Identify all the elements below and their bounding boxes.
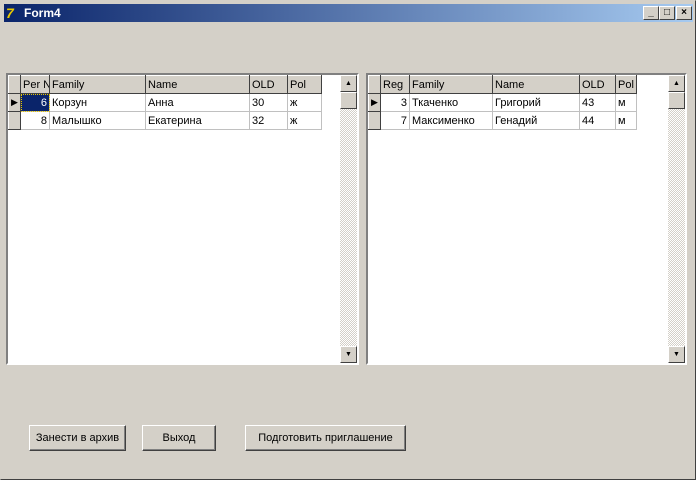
cell[interactable]: Максименко (409, 111, 493, 130)
close-button[interactable]: × (676, 6, 692, 20)
table-row[interactable]: ▶ 6 Корзун Анна 30 ж (8, 93, 322, 112)
left-data-grid[interactable]: Per N Family Name OLD Pol ▶ 6 Корзун Анн… (6, 73, 359, 365)
row-indicator-arrow-icon: ▶ (368, 93, 381, 112)
cell[interactable]: 32 (249, 111, 288, 130)
cell[interactable]: 7 (380, 111, 410, 130)
scroll-thumb[interactable] (340, 92, 357, 109)
table-row[interactable]: ▶ 3 Ткаченко Григорий 43 м (368, 93, 637, 112)
cell[interactable]: Екатерина (145, 111, 250, 130)
cell[interactable]: Корзун (49, 93, 146, 112)
column-header[interactable]: Pol (287, 75, 322, 94)
column-header[interactable]: Family (409, 75, 493, 94)
prepare-invitation-button[interactable]: Подготовить приглашение (245, 425, 406, 451)
vertical-scrollbar[interactable]: ▲ ▼ (668, 75, 685, 363)
column-header[interactable]: OLD (249, 75, 288, 94)
cell[interactable]: 44 (579, 111, 616, 130)
title-bar: 7 Form4 (4, 4, 693, 22)
column-header[interactable]: Pol (615, 75, 637, 94)
cell[interactable]: 30 (249, 93, 288, 112)
column-header[interactable]: OLD (579, 75, 616, 94)
cell[interactable]: ж (287, 111, 322, 130)
table-row[interactable]: 8 Малышко Екатерина 32 ж (8, 111, 322, 130)
vertical-scrollbar[interactable]: ▲ ▼ (340, 75, 357, 363)
scroll-up-arrow-icon[interactable]: ▲ (668, 75, 685, 92)
scroll-down-arrow-icon[interactable]: ▼ (340, 346, 357, 363)
cell[interactable]: Анна (145, 93, 250, 112)
scroll-down-arrow-icon[interactable]: ▼ (668, 346, 685, 363)
cell[interactable]: Генадий (492, 111, 580, 130)
cell[interactable]: ж (287, 93, 322, 112)
app-icon: 7 (6, 5, 14, 21)
form-window: 7 Form4 _ □ × Per N Family Name OLD Pol … (0, 0, 696, 480)
table-row[interactable]: 7 Максименко Генадий 44 м (368, 111, 637, 130)
cell[interactable]: 43 (579, 93, 616, 112)
scroll-up-arrow-icon[interactable]: ▲ (340, 75, 357, 92)
scroll-thumb[interactable] (668, 92, 685, 109)
cell[interactable]: м (615, 93, 637, 112)
exit-button[interactable]: Выход (142, 425, 216, 451)
header-indicator (8, 75, 21, 94)
row-indicator (368, 111, 381, 130)
column-header[interactable]: Family (49, 75, 146, 94)
row-indicator (8, 111, 21, 130)
cell[interactable]: 8 (20, 111, 50, 130)
window-title: Form4 (24, 6, 61, 20)
right-data-grid[interactable]: Reg Family Name OLD Pol ▶ 3 Ткаченко Гри… (366, 73, 687, 365)
cell[interactable]: 3 (380, 93, 410, 112)
maximize-button[interactable]: □ (659, 6, 675, 20)
column-header[interactable]: Name (492, 75, 580, 94)
column-header[interactable]: Per N (20, 75, 50, 94)
cell[interactable]: Ткаченко (409, 93, 493, 112)
column-header[interactable]: Reg (380, 75, 410, 94)
column-header[interactable]: Name (145, 75, 250, 94)
row-indicator-arrow-icon: ▶ (8, 93, 21, 112)
cell[interactable]: м (615, 111, 637, 130)
archive-button[interactable]: Занести в архив (29, 425, 126, 451)
cell[interactable]: 6 (20, 93, 50, 112)
cell[interactable]: Григорий (492, 93, 580, 112)
header-indicator (368, 75, 381, 94)
cell[interactable]: Малышко (49, 111, 146, 130)
minimize-button[interactable]: _ (643, 6, 659, 20)
